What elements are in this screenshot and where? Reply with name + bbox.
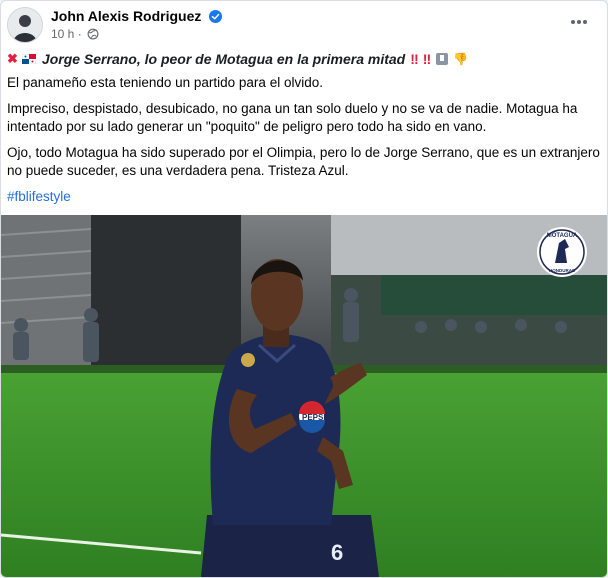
double-exclamation-icon: ‼ [422,51,432,67]
down-arrow-icon [436,53,449,65]
avatar-image [8,8,42,42]
more-options-button[interactable] [567,10,591,34]
post-card: John Alexis Rodriguez 10 h · ✖ Jorge Ser… [0,0,608,578]
more-options-icon-dot [577,20,581,24]
panama-flag-icon [21,54,36,64]
post-header: John Alexis Rodriguez 10 h · [1,1,607,47]
thumbs-down-icon: 👎 [453,52,469,66]
more-options-icon-dot [583,20,587,24]
post-body: ✖ Jorge Serrano, lo peor de Motagua en l… [7,50,601,206]
post-headline: ✖ Jorge Serrano, lo peor de Motagua en l… [7,50,601,68]
more-options-icon-dot [571,20,575,24]
author-avatar[interactable] [7,7,43,43]
globe-icon[interactable] [87,28,99,40]
double-exclamation-icon: ‼ [410,51,419,67]
club-crest-icon: MOTAGUA HONDURAS [537,227,587,277]
post-paragraph: Impreciso, despistado, desubicado, no ga… [7,101,578,134]
author-name[interactable]: John Alexis Rodriguez [51,8,223,24]
post-meta: 10 h · [51,27,99,41]
post-photo[interactable]: PEPSI 6 MOTAGUA HONDURAS [1,215,607,577]
hashtag-link[interactable]: #fblifestyle [7,188,601,206]
logo-bottom-text: HONDURAS [549,268,575,273]
cross-mark-icon: ✖ [7,51,18,66]
svg-text:6: 6 [331,540,343,565]
post-timestamp[interactable]: 10 h [51,27,74,41]
headline-text: Jorge Serrano, lo peor de Motagua en la … [41,51,406,67]
author-name-text[interactable]: John Alexis Rodriguez [51,8,201,24]
shirt-sponsor-text: PEPSI [302,413,326,422]
post-paragraph: Ojo, todo Motagua ha sido superado por e… [7,145,600,178]
motagua-logo: MOTAGUA HONDURAS [535,225,589,279]
logo-top-text: MOTAGUA [547,233,578,239]
meta-separator: · [77,27,86,41]
post-paragraph: El panameño esta teniendo un partido par… [7,75,323,90]
player-photo: PEPSI 6 [1,215,607,577]
verified-icon [209,10,223,23]
